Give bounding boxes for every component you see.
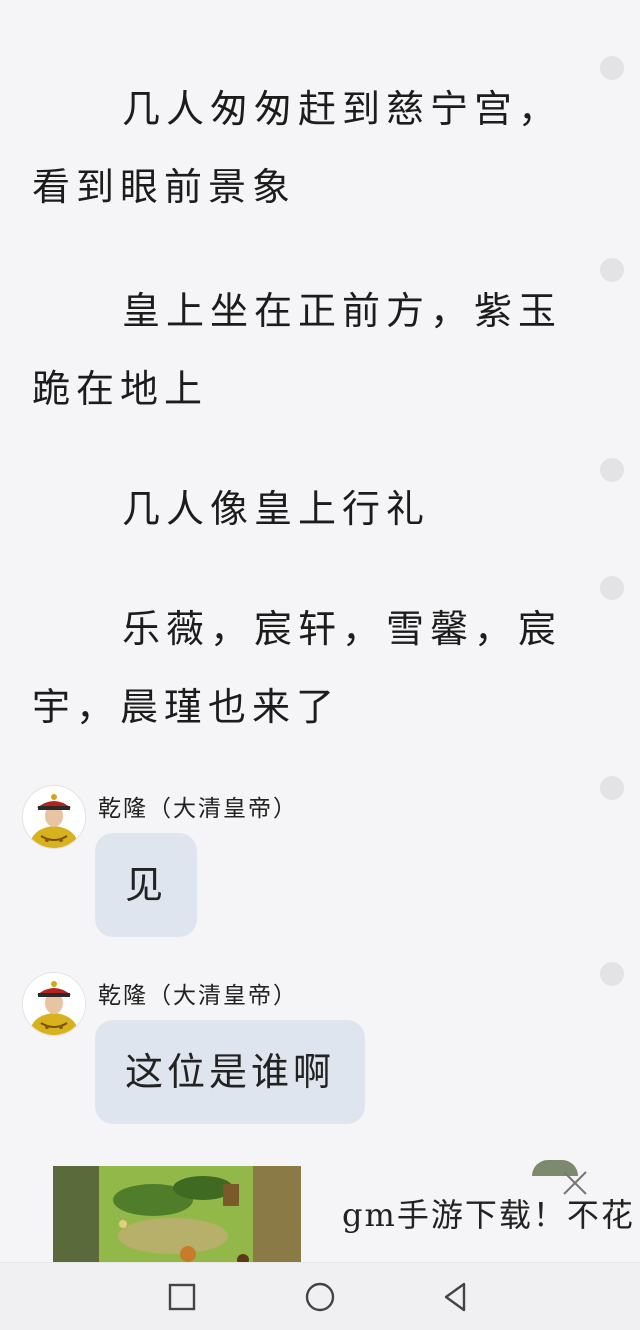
narration-paragraph: 几人匆匆赶到慈宁宫，看到眼前景象 bbox=[32, 87, 563, 209]
home-icon bbox=[305, 1282, 335, 1312]
recent-apps-icon bbox=[168, 1283, 196, 1311]
chat-story-page: 几人匆匆赶到慈宁宫，看到眼前景象 皇上坐在正前方，紫玉跪在地上 几人像皇上行礼 … bbox=[0, 0, 640, 1330]
message-bubble[interactable]: 见 bbox=[95, 833, 198, 937]
narration-paragraph: 皇上坐在正前方，紫玉跪在地上 bbox=[32, 289, 563, 411]
select-dot[interactable] bbox=[600, 776, 624, 800]
select-dot[interactable] bbox=[600, 576, 624, 600]
ad-game-image[interactable] bbox=[53, 1166, 301, 1270]
ad-banner[interactable]: gm手游下载！不花 bbox=[0, 1160, 640, 1270]
recent-apps-button[interactable] bbox=[164, 1279, 200, 1315]
game-scene-icon bbox=[53, 1166, 301, 1270]
emperor-avatar-icon bbox=[23, 973, 85, 1035]
select-dot[interactable] bbox=[600, 56, 624, 80]
sender-name: 乾隆（大清皇帝） bbox=[98, 983, 298, 1009]
select-dot[interactable] bbox=[600, 458, 624, 482]
avatar[interactable] bbox=[22, 785, 86, 849]
narration-paragraph: 乐薇，宸轩，雪馨，宸宇，晨瑾也来了 bbox=[32, 607, 563, 729]
back-button[interactable] bbox=[438, 1279, 474, 1315]
chat-message: 乾隆（大清皇帝） 见 bbox=[22, 785, 582, 945]
home-button[interactable] bbox=[302, 1279, 338, 1315]
message-bubble[interactable]: 这位是谁啊 bbox=[95, 1020, 366, 1124]
emperor-avatar-icon bbox=[23, 786, 85, 848]
ad-headline[interactable]: gm手游下载！不花 bbox=[342, 1190, 635, 1236]
avatar[interactable] bbox=[22, 972, 86, 1036]
narration-paragraph: 几人像皇上行礼 bbox=[122, 487, 431, 531]
sender-name: 乾隆（大清皇帝） bbox=[98, 796, 298, 822]
system-nav-bar bbox=[0, 1262, 640, 1330]
select-dot[interactable] bbox=[600, 258, 624, 282]
chat-message: 乾隆（大清皇帝） 这位是谁啊 bbox=[22, 972, 582, 1132]
back-icon bbox=[444, 1282, 466, 1312]
select-dot[interactable] bbox=[600, 962, 624, 986]
